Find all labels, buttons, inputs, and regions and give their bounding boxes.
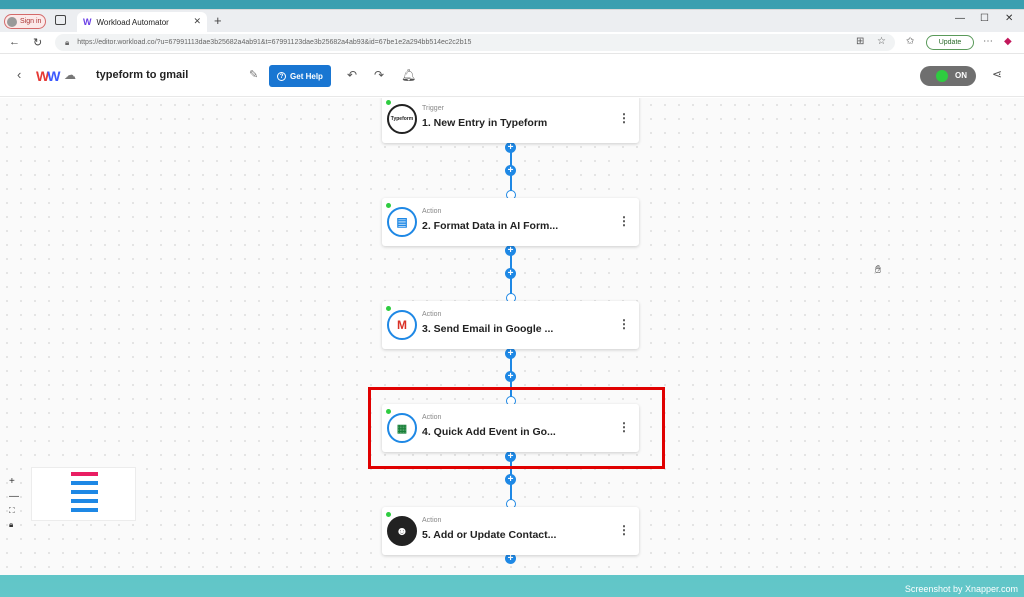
workflow-canvas[interactable]: + + + + + + + + + Typeform Trigger 1. Ne… (0, 98, 1024, 575)
minimize-icon[interactable]: — (955, 13, 965, 24)
minimap-node (71, 508, 98, 512)
get-help-label: Get Help (290, 71, 323, 81)
update-label: Update (938, 39, 962, 46)
workflow-step-5[interactable]: ☻ Action 5. Add or Update Contact... ⋮ (382, 507, 639, 555)
step-menu-icon[interactable]: ⋮ (618, 111, 630, 125)
formatter-icon: ▤ (387, 207, 417, 237)
typeform-icon: Typeform (387, 104, 417, 134)
update-button[interactable]: Update (926, 35, 974, 50)
undo-icon[interactable]: ↶ (347, 68, 357, 82)
tab-actions-icon[interactable] (55, 15, 66, 25)
tab-title: Workload Automator (96, 17, 169, 27)
toggle-knob (936, 70, 948, 82)
minimap-node (71, 481, 98, 485)
more-options-icon[interactable]: ⋯ (983, 36, 993, 47)
status-dot (386, 100, 391, 105)
highlight-box (368, 387, 665, 469)
minimap-node (71, 472, 98, 476)
tab-workload-automator[interactable]: W Workload Automator ✕ (77, 12, 207, 32)
minimap[interactable] (31, 467, 136, 521)
workflow-step-3[interactable]: M Action 3. Send Email in Google ... ⋮ (382, 301, 639, 349)
fit-view-icon[interactable]: ⛶ (9, 506, 15, 516)
workflow-on-toggle[interactable]: ON (920, 66, 976, 86)
status-dot (386, 512, 391, 517)
zoom-in-icon[interactable]: + (9, 476, 15, 487)
minimap-node (71, 499, 98, 503)
step-kind: Action (422, 208, 442, 215)
step-title: 3. Send Email in Google ... (422, 323, 554, 335)
close-tab-icon[interactable]: ✕ (193, 16, 201, 27)
minimap-node (71, 490, 98, 494)
gmail-icon: M (387, 310, 417, 340)
notification-bell-icon[interactable]: 🔔︎ (401, 68, 416, 82)
new-tab-icon[interactable]: + (214, 13, 222, 28)
add-step-button[interactable]: + (505, 474, 516, 485)
back-arrow-icon[interactable]: ‹ (17, 67, 21, 82)
refresh-icon[interactable]: ↻ (33, 36, 42, 49)
close-window-icon[interactable]: ✕ (1005, 13, 1013, 24)
hand-cursor-icon: ✋︎ (875, 264, 882, 276)
workload-logo-icon[interactable]: WW (36, 68, 60, 84)
add-step-button[interactable]: + (505, 268, 516, 279)
tab-strip: Sign in W Workload Automator ✕ + — ☐ ✕ (0, 10, 1024, 32)
workload-favicon-icon: W (83, 17, 92, 27)
add-step-button[interactable]: + (505, 371, 516, 382)
step-menu-icon[interactable]: ⋮ (618, 523, 630, 537)
connector-handle-icon[interactable]: + (505, 142, 516, 153)
url-text: https://editor.workload.co/?u=67991113da… (77, 39, 472, 46)
step-kind: Action (422, 311, 442, 318)
sign-in-label: Sign in (20, 18, 42, 25)
watermark: Screenshot by Xnapper.com (904, 584, 1018, 594)
step-kind: Action (422, 517, 442, 524)
step-kind: Trigger (422, 105, 444, 112)
toggle-label: ON (955, 71, 967, 80)
status-dot (386, 203, 391, 208)
step-menu-icon[interactable]: ⋮ (618, 317, 630, 331)
redo-icon[interactable]: ↷ (374, 68, 384, 82)
step-title: 2. Format Data in AI Form... (422, 220, 559, 232)
maximize-icon[interactable]: ☐ (980, 13, 989, 24)
sign-in-button[interactable]: Sign in (4, 14, 46, 29)
favorites-icon[interactable]: ✩ (906, 36, 914, 47)
address-bar-row: ← ↻ 🔒︎ https://editor.workload.co/?u=679… (0, 32, 1024, 54)
workflow-name[interactable]: typeform to gmail (96, 69, 188, 81)
lock-icon: 🔒︎ (65, 37, 70, 47)
profile-icon (7, 16, 17, 27)
step-title: 5. Add or Update Contact... (422, 529, 557, 541)
step-title: 1. New Entry in Typeform (422, 117, 548, 129)
help-icon: ? (277, 71, 287, 81)
favorite-star-icon[interactable]: ☆ (877, 36, 886, 47)
workflow-step-2[interactable]: ▤ Action 2. Format Data in AI Form... ⋮ (382, 198, 639, 246)
browser-back-icon[interactable]: ← (9, 36, 20, 48)
step-menu-icon[interactable]: ⋮ (618, 214, 630, 228)
app-header: ‹ WW ☁︎ typeform to gmail ✎ ? Get Help ↶… (0, 55, 1024, 97)
app-available-icon[interactable]: ⊞ (856, 36, 864, 47)
cloud-sync-icon: ☁︎ (64, 68, 76, 82)
lock-view-icon[interactable]: 🔒︎ (9, 520, 13, 530)
edit-pencil-icon[interactable]: ✎ (249, 68, 258, 81)
browser-window: Sign in W Workload Automator ✕ + — ☐ ✕ ←… (0, 9, 1024, 575)
copilot-icon[interactable]: ◆ (1004, 36, 1012, 47)
connector-handle-icon[interactable]: + (505, 245, 516, 256)
status-dot (386, 306, 391, 311)
zoom-out-icon[interactable]: — (9, 491, 19, 502)
get-help-button[interactable]: ? Get Help (269, 65, 331, 87)
mailchimp-icon: ☻ (387, 516, 417, 546)
connector-handle-icon[interactable]: + (505, 348, 516, 359)
workflow-step-1[interactable]: Typeform Trigger 1. New Entry in Typefor… (382, 98, 639, 143)
share-icon[interactable]: ⋖ (992, 67, 1002, 81)
add-step-button[interactable]: + (505, 165, 516, 176)
url-bar[interactable]: 🔒︎ https://editor.workload.co/?u=6799111… (55, 34, 895, 51)
